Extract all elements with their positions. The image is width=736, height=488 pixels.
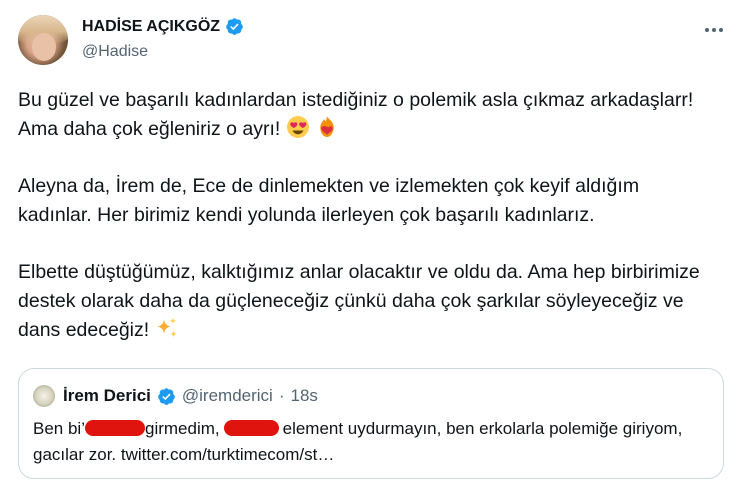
tweet-body: Bu güzel ve başarılı kadınlardan istediğ… [18,86,708,345]
author-handle[interactable]: @Hadise [82,43,148,61]
more-dot-icon [719,28,723,32]
tweet-paragraph-2: Aleyna da, İrem de, Ece de dinlemekten v… [18,175,640,226]
quoted-tweet-header: İrem Derici @iremderici · 18s [33,385,318,407]
quoted-tweet-text: Ben bi’ girmedim, element uydurmayın, ben … [33,416,713,468]
quoted-text-part-b: girmedim, [144,419,220,438]
author-name-row[interactable]: HADİSE AÇIKGÖZ [82,17,244,36]
quoted-tweet-card[interactable]: İrem Derici @iremderici · 18s Ben bi’ gir… [18,368,724,479]
verified-badge-icon [158,387,175,405]
tweet-paragraph-1: Bu güzel ve başarılı kadınlardan istediğ… [18,86,708,144]
avatar-face [32,33,56,61]
redaction-mark [223,420,279,436]
more-dot-icon [712,28,716,32]
tweet-paragraph-1-text: Bu güzel ve başarılı kadınlardan istediğ… [18,89,694,140]
verified-badge-icon [226,18,243,35]
heart-eyes-emoji-icon [286,116,309,138]
tweet-paragraph-3-text: Elbette düştüğümüz, kalktığımız anlar ol… [18,261,700,341]
quoted-text-part-a: Ben bi’ [33,419,85,438]
sparkles-emoji-icon [156,317,177,338]
quoted-author-handle[interactable]: @iremderici [182,386,273,406]
quoted-author-avatar[interactable] [33,385,55,407]
quoted-separator: · [278,386,285,405]
tweet-paragraph-3: Elbette düştüğümüz, kalktığımız anlar ol… [18,258,708,345]
more-dot-icon [705,28,709,32]
more-options-button[interactable] [702,20,726,40]
author-name[interactable]: HADİSE AÇIKGÖZ [82,18,220,36]
author-avatar[interactable] [18,15,68,65]
quoted-author-name[interactable]: İrem Derici [63,386,151,406]
redaction-mark [84,420,145,436]
heart-on-fire-emoji-icon [320,116,334,137]
quoted-timestamp[interactable]: 18s [291,386,318,406]
